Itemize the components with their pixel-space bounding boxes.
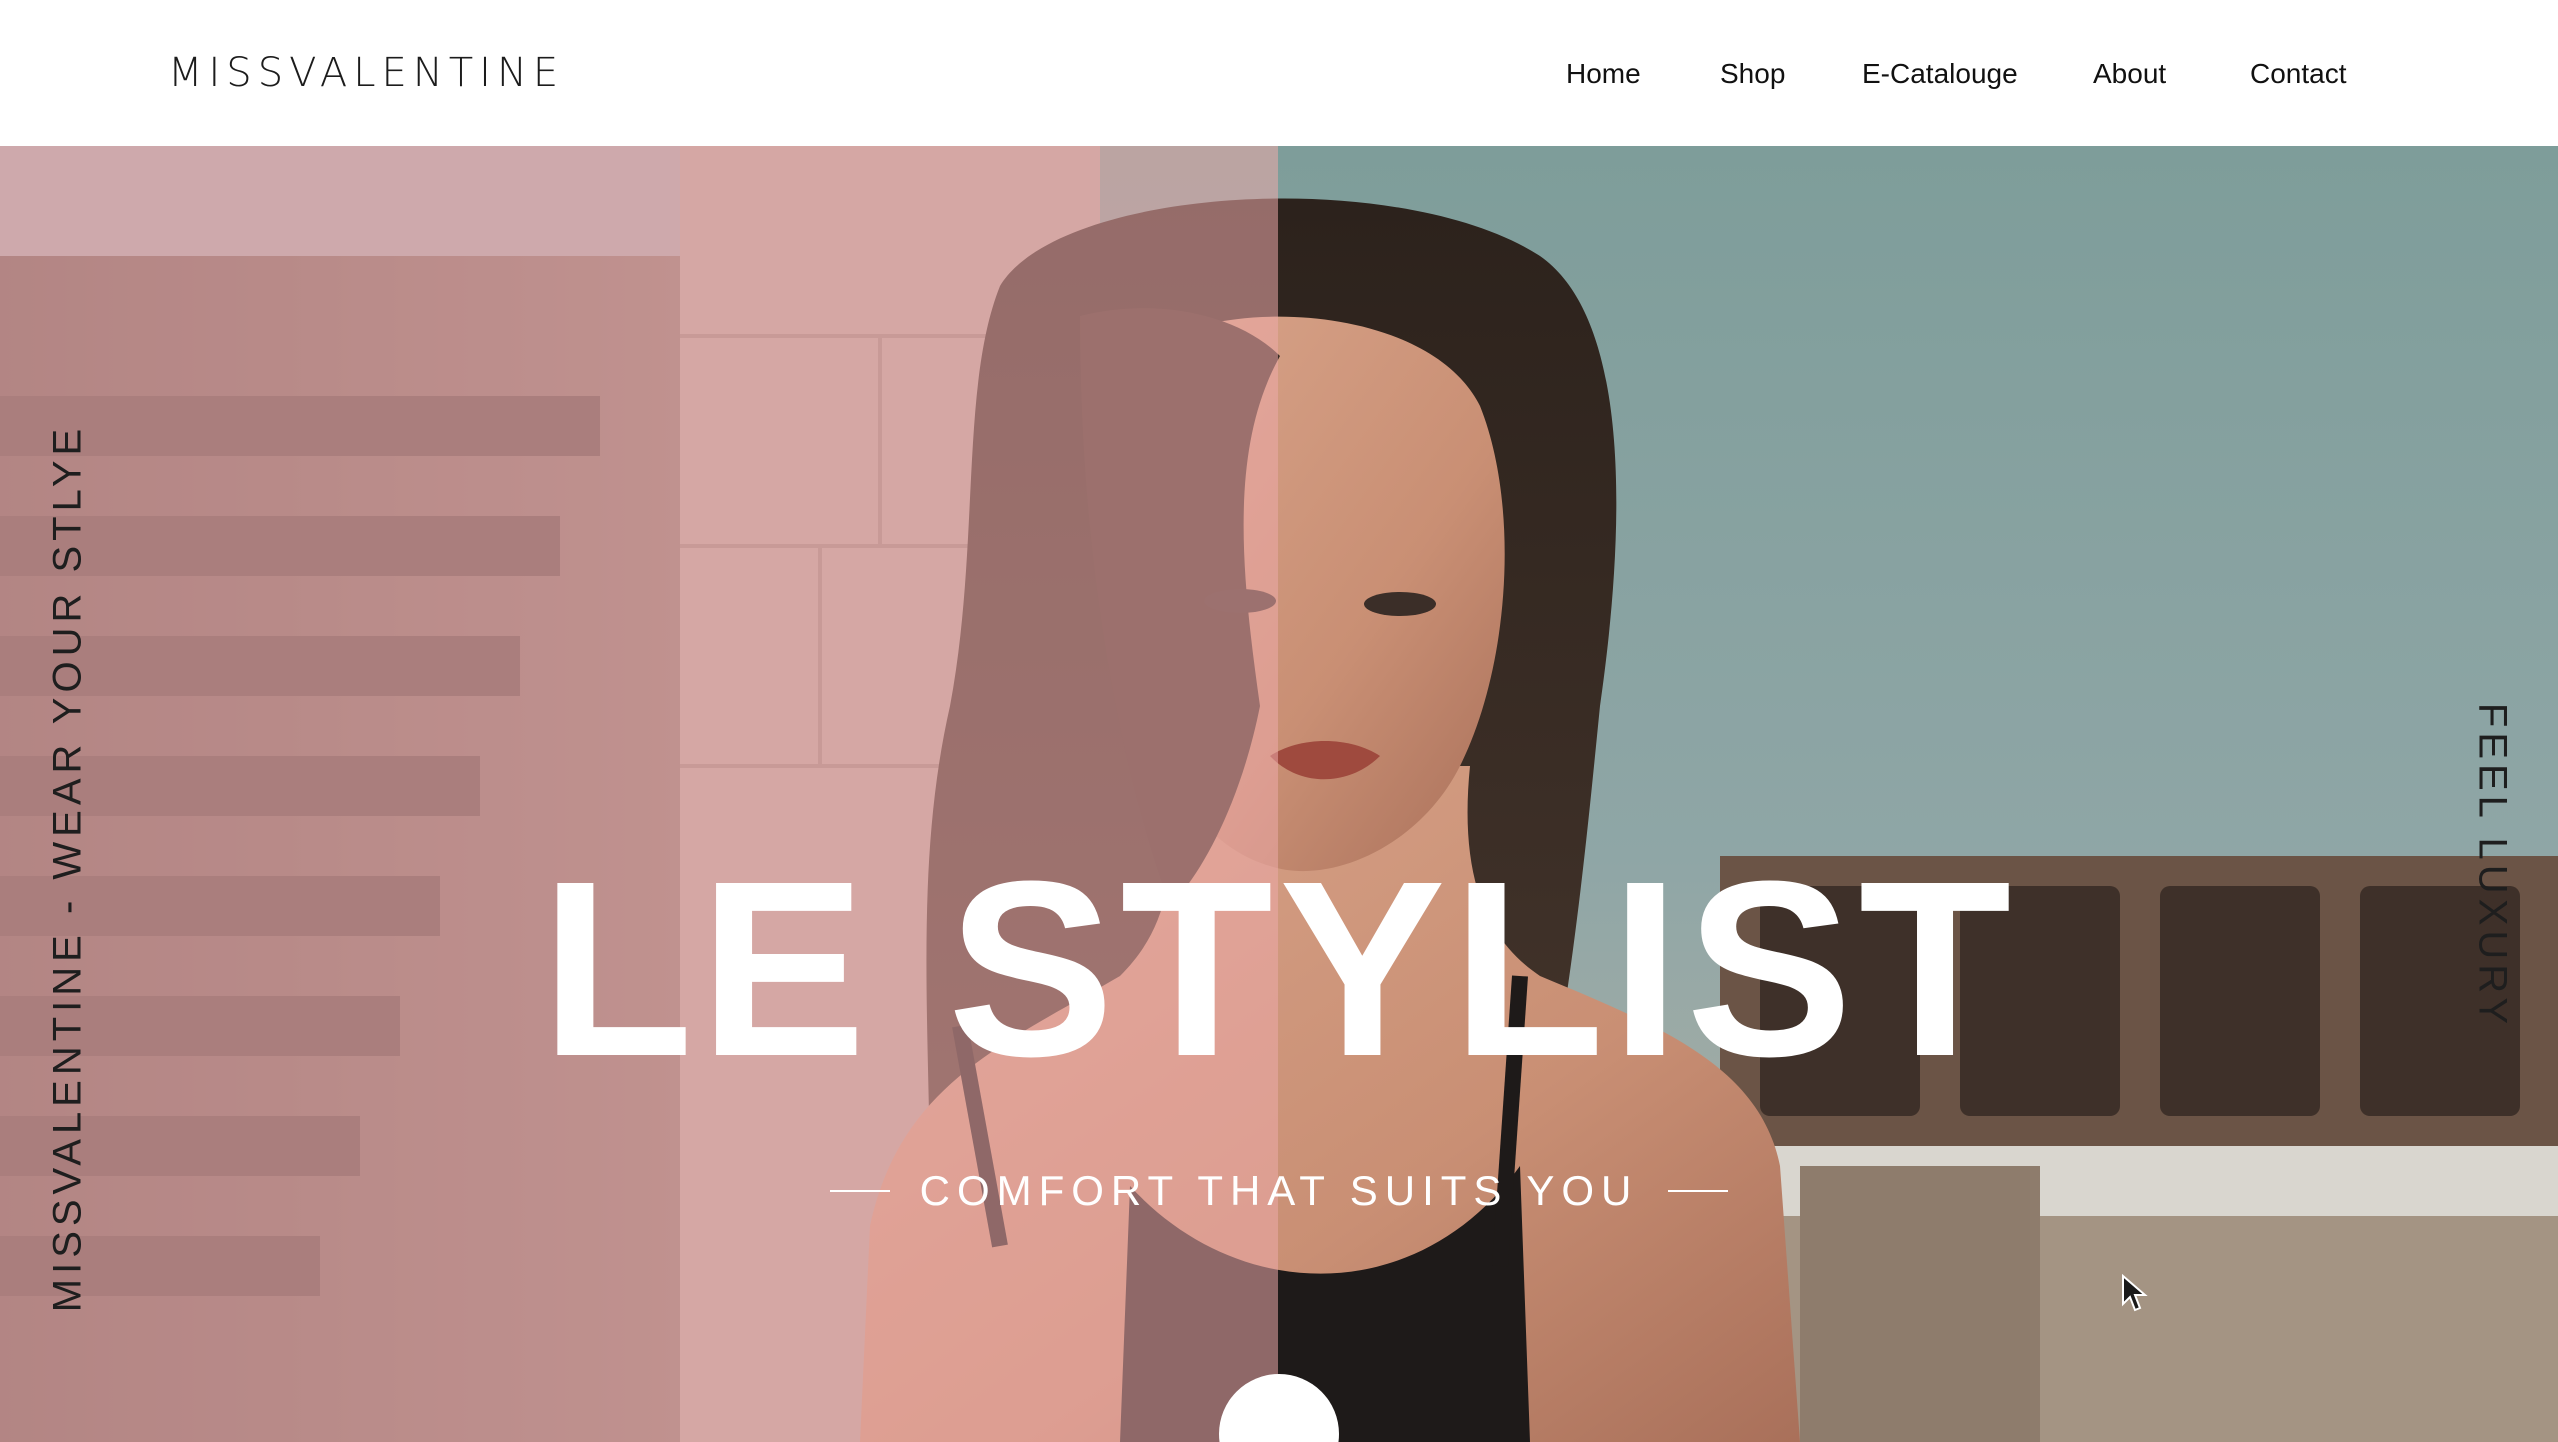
nav-home[interactable]: Home [1566, 52, 1641, 96]
logo[interactable]: MISSVALENTINE [168, 48, 564, 98]
nav-about[interactable]: About [2093, 52, 2166, 96]
tagline-divider-right [1668, 1190, 1729, 1192]
tagline-divider-left [829, 1190, 890, 1192]
nav-e-catalouge[interactable]: E-Catalouge [1862, 52, 2018, 96]
nav-contact[interactable]: Contact [2250, 52, 2347, 96]
nav-shop[interactable]: Shop [1720, 52, 1785, 96]
hero-section: MISSVALENTINE - WEAR YOUR STLYE FEEL LUX… [0, 146, 2558, 1442]
hero-headline: LE STYLIST [540, 829, 2018, 1108]
mouse-cursor-icon [2122, 1274, 2148, 1312]
site-header: MISSVALENTINE [0, 0, 2558, 146]
hero-tagline-row: COMFORT THAT SUITS YOU [0, 1161, 2558, 1221]
left-pink-overlay [0, 146, 1278, 1442]
hero-tagline: COMFORT THAT SUITS YOU [919, 1167, 1639, 1214]
